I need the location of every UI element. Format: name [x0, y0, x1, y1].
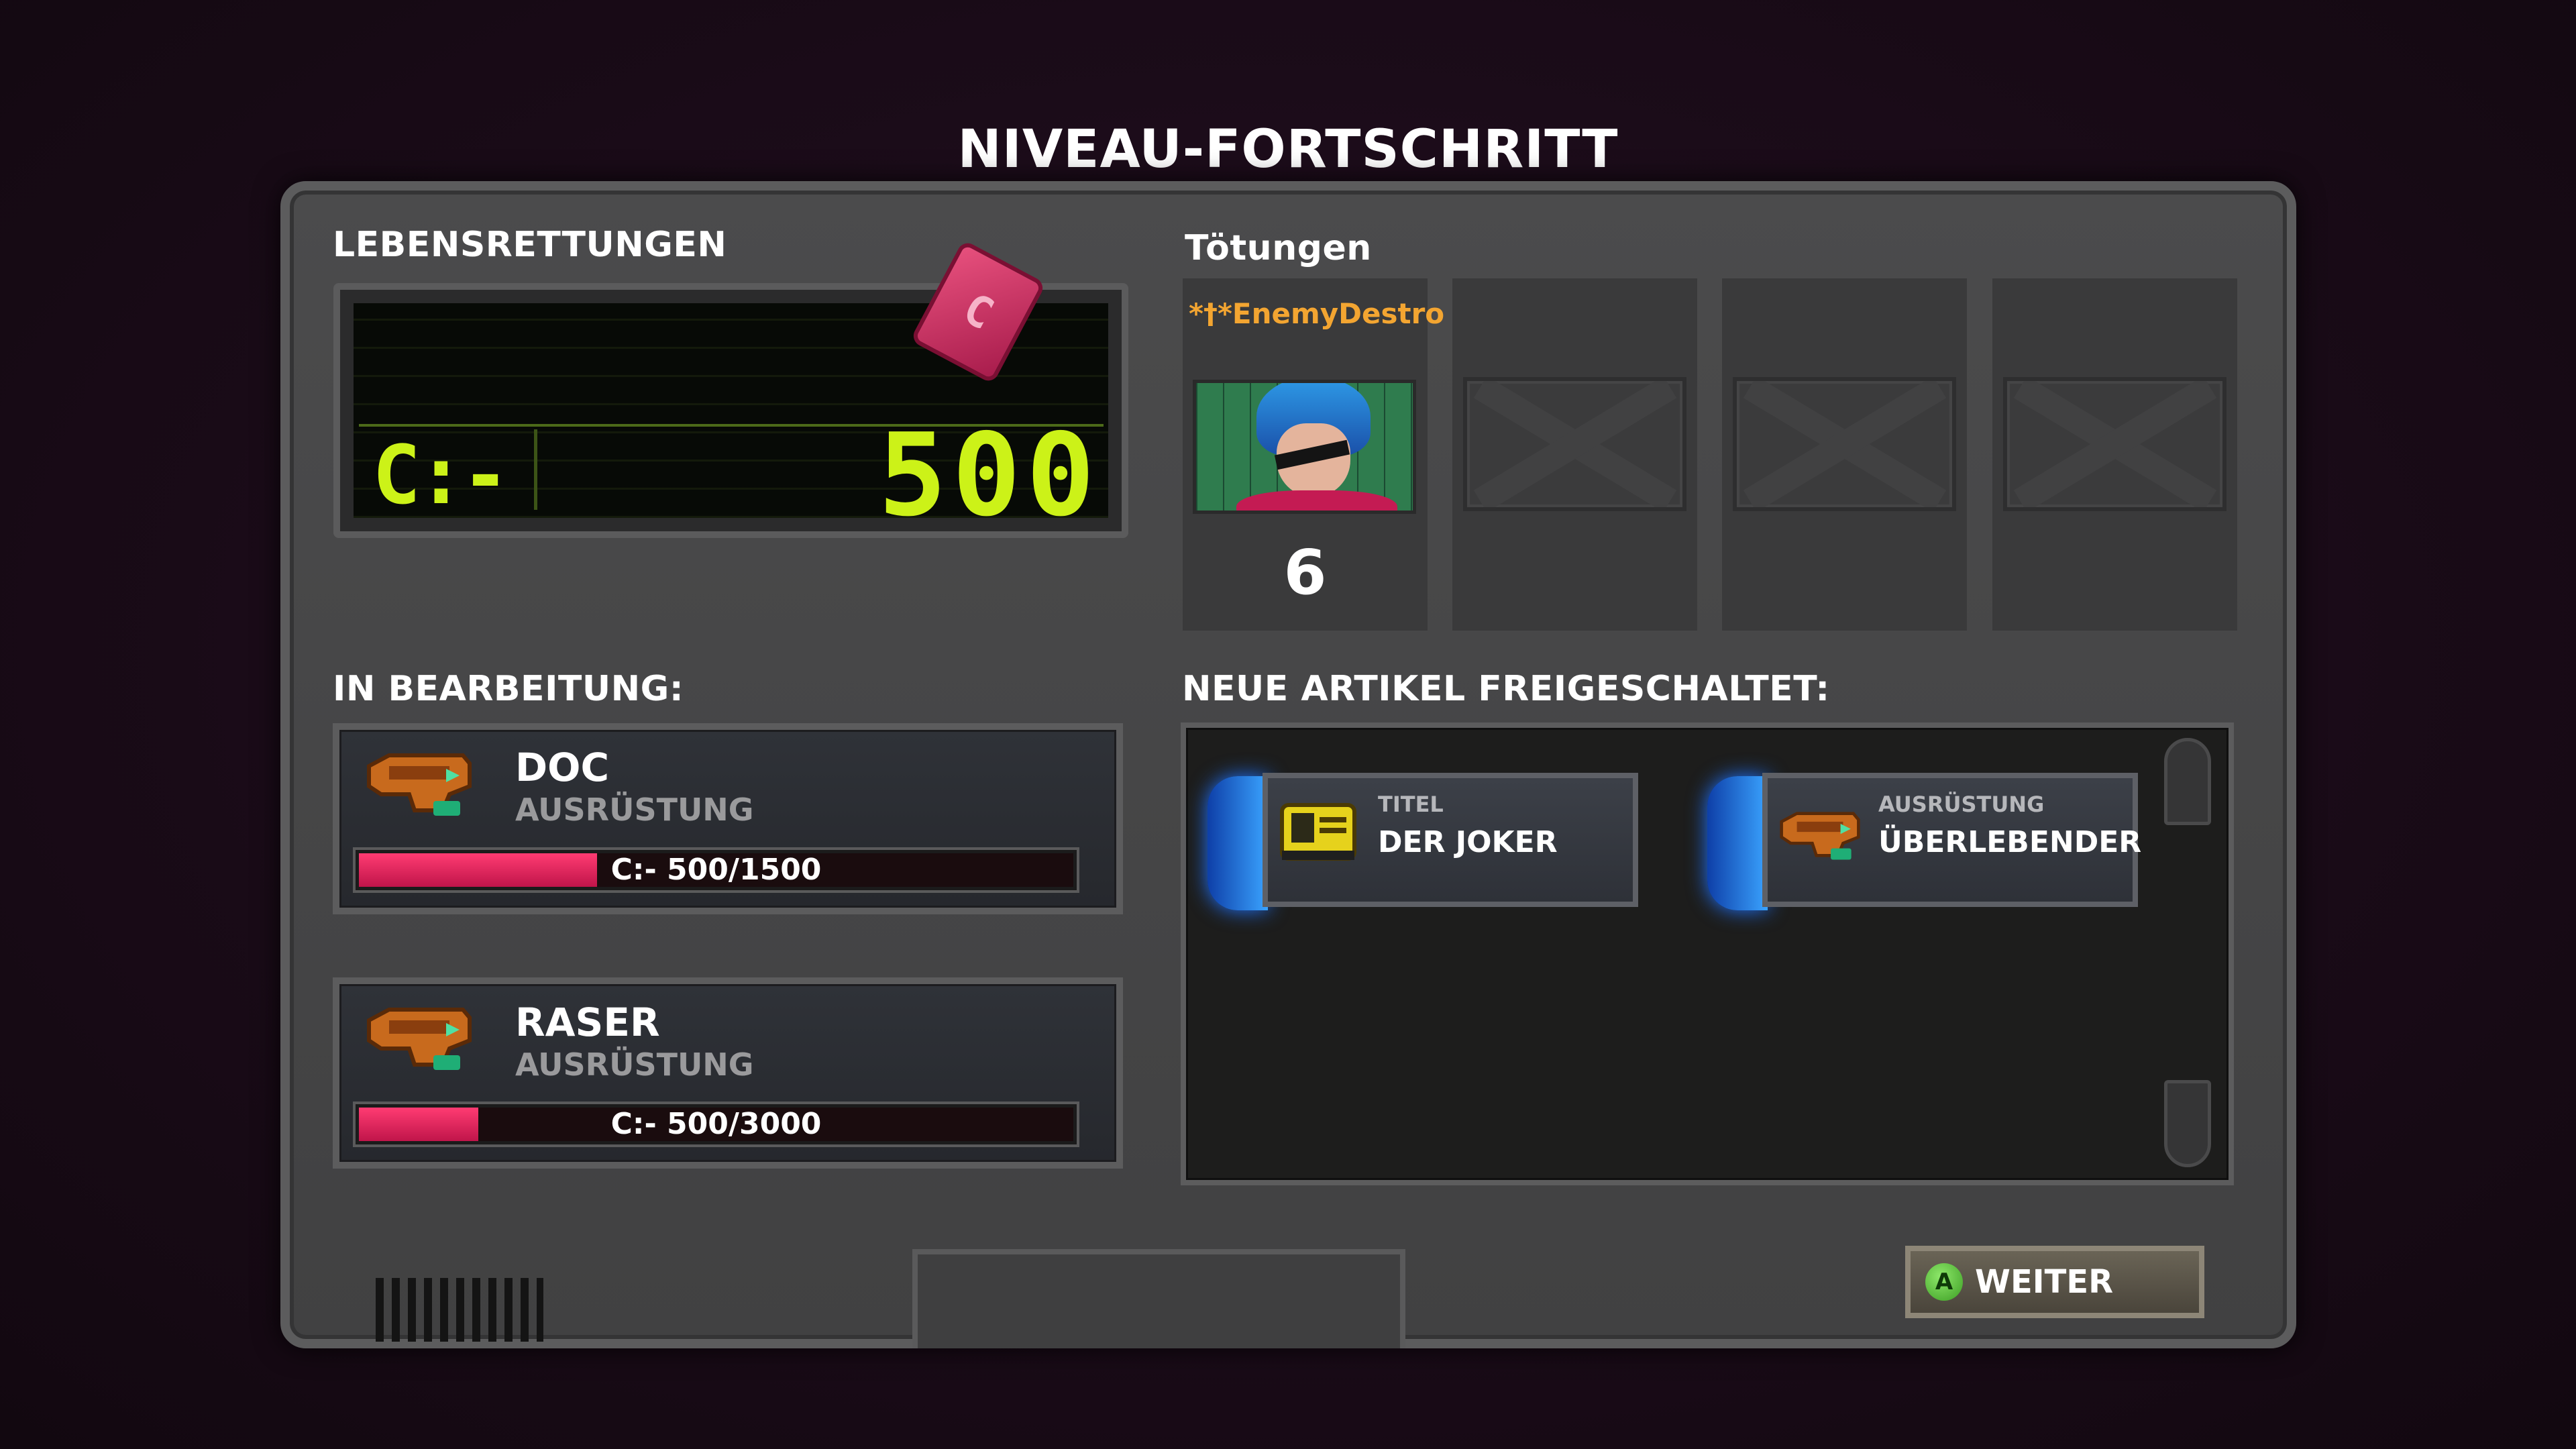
- empty-slot-icon: [2003, 377, 2226, 511]
- display-divider-vertical: [534, 429, 537, 510]
- unlock-category: AUSRÜSTUNG: [1878, 792, 2045, 817]
- gear-icon: [367, 1008, 472, 1070]
- panel-vent: [376, 1278, 543, 1342]
- progress-item-name: RASER: [515, 1000, 660, 1045]
- player-portrait: [1193, 380, 1416, 514]
- progress-item-type: AUSRÜSTUNG: [515, 1046, 754, 1083]
- display-logo: C:-: [372, 429, 510, 523]
- unlock-category: TITEL: [1378, 792, 1444, 817]
- progress-bar: C:- 500/1500: [356, 850, 1077, 890]
- title-card-icon: [1280, 803, 1356, 861]
- progress-bar-text: C:- 500/1500: [610, 853, 822, 887]
- unlock-glow: [1208, 776, 1268, 910]
- screen-title: NIVEAU-FORTSCHRITT: [957, 119, 1619, 180]
- kill-count: 6: [1283, 537, 1327, 608]
- progress-bar: C:- 500/3000: [356, 1104, 1077, 1144]
- scroll-up-arrow[interactable]: [2164, 738, 2211, 825]
- unlock-name: ÜBERLEBENDER: [1878, 825, 2142, 859]
- unlock-name: DER JOKER: [1378, 825, 1558, 859]
- panel-bottom-slot: [912, 1249, 1405, 1348]
- empty-slot-icon: [1463, 377, 1686, 511]
- kills-label: Tötungen: [1185, 228, 1372, 268]
- gear-icon: [1780, 812, 1860, 860]
- progress-item-type: AUSRÜSTUNG: [515, 792, 754, 828]
- progress-bar-text: C:- 500/3000: [610, 1107, 822, 1141]
- continue-button[interactable]: A WEITER: [1905, 1246, 2204, 1318]
- gear-icon: [367, 753, 472, 816]
- unlocked-label: NEUE ARTIKEL FREIGESCHALTET:: [1182, 669, 1830, 709]
- lives-saved-label: LEBENSRETTUNGEN: [333, 225, 727, 265]
- lives-saved-value: 500: [877, 409, 1100, 542]
- in-progress-label: IN BEARBEITUNG:: [333, 669, 684, 709]
- portrait-coat: [1236, 490, 1397, 511]
- empty-slot-icon: [1733, 377, 1956, 511]
- kill-player-name: *†*EnemyDestro: [1189, 297, 1445, 330]
- a-button-icon: A: [1925, 1263, 1963, 1301]
- progress-item-name: DOC: [515, 745, 610, 790]
- continue-label: WEITER: [1975, 1263, 2114, 1301]
- unlock-glow: [1707, 776, 1768, 910]
- scroll-down-arrow[interactable]: [2164, 1080, 2211, 1167]
